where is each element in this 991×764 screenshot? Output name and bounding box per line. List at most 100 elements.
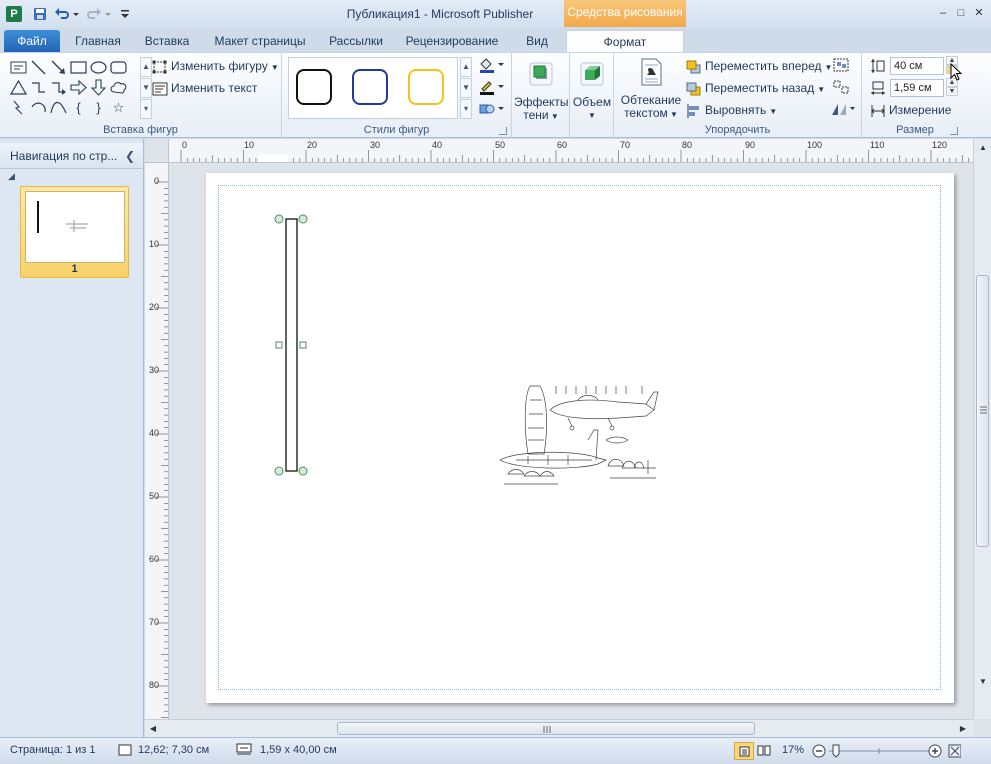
- scroll-up-icon[interactable]: ▲: [977, 143, 989, 152]
- tab-format[interactable]: Формат: [566, 30, 684, 54]
- rectangle-shape-icon[interactable]: [70, 59, 87, 76]
- star-shape-icon[interactable]: ☆: [110, 99, 127, 116]
- shape-style-black[interactable]: [296, 69, 332, 105]
- change-shape-icon[interactable]: [478, 101, 506, 117]
- bring-forward-button[interactable]: Переместить вперед ▼: [686, 57, 832, 75]
- selection-handle[interactable]: [274, 466, 284, 476]
- horizontal-scrollbar[interactable]: ◀ ▶: [145, 719, 973, 737]
- volume-button[interactable]: Объем ▼: [572, 59, 612, 122]
- align-button[interactable]: Выровнять ▼: [686, 101, 777, 119]
- shape-styles-launcher-icon[interactable]: [499, 127, 507, 135]
- shape-gallery-scroll-down-icon[interactable]: ▼: [140, 78, 152, 98]
- single-page-view-button[interactable]: [734, 742, 754, 760]
- zoom-thumb[interactable]: [832, 744, 840, 758]
- right-arrow-shape-icon[interactable]: [70, 79, 87, 96]
- status-object-position[interactable]: 12,62; 7,30 см: [138, 744, 209, 756]
- minimize-icon[interactable]: –: [936, 6, 950, 20]
- style-gallery-scroll-up-icon[interactable]: ▲: [460, 57, 472, 77]
- shadow-effects-button[interactable]: Эффекты тени ▼: [514, 59, 569, 123]
- wrap-text-button[interactable]: Обтекание текстом ▼: [616, 57, 686, 121]
- tab-review[interactable]: Рецензирование: [394, 30, 510, 52]
- collapse-pane-icon[interactable]: ❮: [125, 143, 135, 169]
- selection-handle[interactable]: [298, 466, 308, 476]
- edit-shape-button[interactable]: Изменить фигуру ▼: [152, 57, 279, 75]
- wrap-text-icon: [641, 58, 662, 86]
- align-label: Выровнять: [705, 103, 767, 117]
- vertical-ruler[interactable]: 0 10 20 30 40 50 60 70 80: [145, 163, 169, 719]
- shape-fill-icon[interactable]: [478, 57, 506, 73]
- text-box-shape-icon[interactable]: [10, 59, 27, 76]
- right-brace-shape-icon[interactable]: }: [90, 99, 107, 116]
- shape-gallery-more-icon[interactable]: ▾: [140, 99, 152, 119]
- tab-file[interactable]: Файл: [4, 30, 60, 52]
- selection-handle[interactable]: [274, 214, 284, 224]
- send-backward-icon: [686, 82, 701, 96]
- style-gallery-scroll-down-icon[interactable]: ▼: [460, 78, 472, 98]
- measurement-button[interactable]: Измерение: [870, 101, 951, 119]
- scroll-right-icon[interactable]: ▶: [957, 724, 969, 733]
- curve-shape-icon[interactable]: [50, 99, 67, 116]
- rounded-rectangle-shape-icon[interactable]: [110, 59, 127, 76]
- left-brace-shape-icon[interactable]: {: [70, 99, 87, 116]
- vertical-scrollbar[interactable]: ▲ ▼: [973, 139, 991, 719]
- arrange-group: Обтекание текстом ▼ Переместить вперед ▼ …: [614, 53, 862, 138]
- ungroup-objects-icon[interactable]: [832, 79, 850, 95]
- scroll-down-icon[interactable]: ▼: [977, 677, 989, 686]
- size-launcher-icon[interactable]: [950, 127, 958, 135]
- rotate-icon[interactable]: [830, 101, 856, 117]
- shape-style-yellow[interactable]: [408, 69, 444, 105]
- page-thumbnail-preview: [25, 191, 125, 263]
- elbow-connector-shape-icon[interactable]: [30, 79, 47, 96]
- oval-shape-icon[interactable]: [90, 59, 107, 76]
- status-object-size[interactable]: 1,59 x 40,00 см: [260, 744, 337, 756]
- tab-page-layout[interactable]: Макет страницы: [202, 30, 318, 52]
- v-ruler-label: 60: [149, 554, 159, 564]
- width-spin-down-icon[interactable]: ▼: [946, 87, 958, 96]
- line-shape-icon[interactable]: [30, 59, 47, 76]
- send-backward-button[interactable]: Переместить назад ▼: [686, 79, 825, 97]
- two-page-view-icon[interactable]: [757, 745, 771, 756]
- zoom-slider[interactable]: [811, 742, 961, 760]
- style-gallery-more-icon[interactable]: ▾: [460, 99, 472, 119]
- page-navigation-pane: Навигация по стр... ❮ ◢ 1: [0, 139, 144, 737]
- lightning-shape-icon[interactable]: [10, 99, 27, 116]
- edit-text-button[interactable]: Изменить текст: [152, 79, 257, 97]
- horizontal-scroll-thumb[interactable]: [337, 722, 755, 735]
- arrow-line-shape-icon[interactable]: [50, 59, 67, 76]
- h-ruler-label: 100: [807, 140, 822, 150]
- scroll-left-icon[interactable]: ◀: [147, 724, 159, 733]
- horizontal-ruler[interactable]: 0 10 20 30 40 50 60 70 80 90 100 110 120: [169, 139, 973, 163]
- tab-view[interactable]: Вид: [516, 30, 558, 52]
- edit-shape-dropdown-icon: ▼: [270, 63, 279, 72]
- publication-page[interactable]: [206, 173, 954, 703]
- edit-text-icon: [152, 82, 168, 96]
- page-thumbnail[interactable]: 1: [20, 186, 129, 278]
- tab-mailings[interactable]: Рассылки: [324, 30, 388, 52]
- tab-home[interactable]: Главная: [64, 30, 132, 52]
- selection-handle[interactable]: [275, 341, 283, 349]
- cloud-shape-icon[interactable]: [110, 79, 127, 96]
- zoom-level[interactable]: 17%: [782, 744, 804, 756]
- selection-handle[interactable]: [299, 341, 307, 349]
- elbow-arrow-connector-shape-icon[interactable]: [50, 79, 67, 96]
- airplane-schematic-image[interactable]: [498, 380, 668, 494]
- arc-shape-icon[interactable]: [30, 99, 47, 116]
- status-page-indicator[interactable]: Страница: 1 из 1: [10, 744, 96, 756]
- vertical-scroll-thumb[interactable]: [976, 275, 989, 547]
- ruler-corner[interactable]: [145, 139, 169, 163]
- shape-style-blue[interactable]: [352, 69, 388, 105]
- shape-gallery-scroll-up-icon[interactable]: ▲: [140, 57, 152, 77]
- shape-height-input[interactable]: 40 см: [890, 57, 944, 75]
- selected-rectangle-shape[interactable]: [272, 213, 312, 477]
- shape-outline-icon[interactable]: [478, 79, 506, 95]
- maximize-icon[interactable]: □: [954, 6, 968, 20]
- tab-insert[interactable]: Вставка: [138, 30, 196, 52]
- group-objects-icon[interactable]: [832, 57, 850, 73]
- selection-handle[interactable]: [298, 214, 308, 224]
- triangle-shape-icon[interactable]: [10, 79, 27, 96]
- title-bar: P Публикация1 - Microsoft Publisher Сред…: [0, 0, 991, 28]
- close-icon[interactable]: ✕: [972, 6, 986, 20]
- expand-section-icon[interactable]: ◢: [8, 171, 15, 182]
- down-arrow-shape-icon[interactable]: [90, 79, 107, 96]
- shape-width-input[interactable]: 1,59 см: [890, 79, 944, 97]
